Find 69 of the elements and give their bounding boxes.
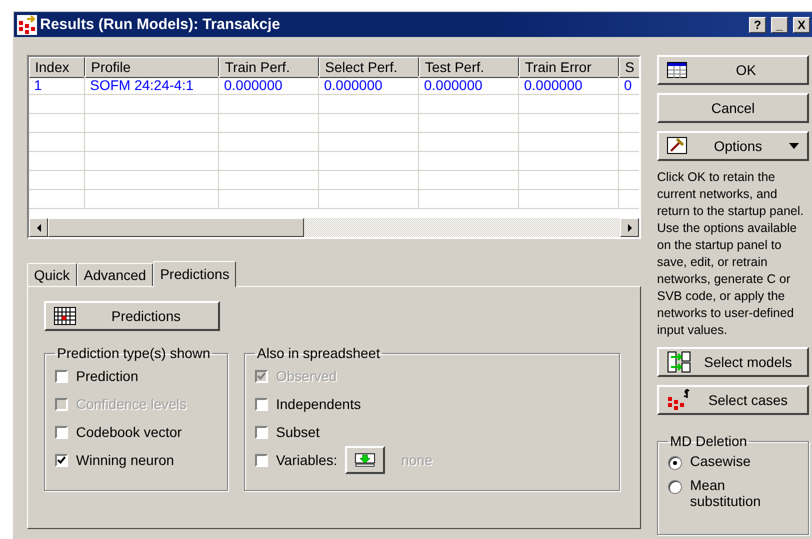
title-bar-button[interactable]: X	[793, 16, 810, 32]
table-cell: 0.000000	[319, 76, 419, 95]
checkbox-label: Codebook vector	[76, 424, 182, 440]
download-icon	[355, 452, 376, 468]
checkbox[interactable]	[55, 454, 68, 466]
checkbox-label: Independents	[276, 396, 361, 412]
checkbox[interactable]	[255, 454, 268, 466]
checkbox[interactable]	[55, 370, 68, 382]
options-button[interactable]: Options	[657, 131, 809, 161]
empty-table-cell	[29, 152, 85, 171]
window-title: Results (Run Models): Transakcje	[40, 16, 282, 33]
scroll-right-icon[interactable]	[620, 218, 639, 237]
empty-table-cell	[29, 133, 85, 152]
radio-button[interactable]	[668, 456, 682, 470]
select-cases-button[interactable]: Select cases	[657, 385, 809, 415]
table-cell: 1	[29, 76, 85, 95]
app-icon	[17, 14, 37, 34]
grid-icon	[54, 307, 76, 325]
checkbox-label: Prediction	[76, 368, 138, 384]
tab[interactable]: Advanced	[76, 263, 154, 286]
scrollbar-thumb[interactable]	[48, 218, 304, 237]
checkbox[interactable]	[55, 426, 68, 438]
empty-table-cell	[29, 95, 85, 114]
predictions-button[interactable]: Predictions	[44, 301, 220, 331]
radio-label: Casewise	[690, 453, 752, 469]
radio-dot-icon	[673, 461, 677, 465]
group-title: MD Deletion	[669, 433, 748, 449]
cases-icon	[667, 389, 691, 411]
hammer-icon	[667, 137, 687, 155]
empty-table-cell	[29, 190, 85, 209]
table-cell: 0	[619, 76, 639, 95]
checkbox-label: Winning neuron	[76, 452, 174, 468]
checkmark-icon	[57, 456, 66, 464]
column-header[interactable]: Profile	[85, 57, 219, 78]
checkbox-label: Subset	[276, 424, 320, 440]
table-cell: 0.000000	[419, 76, 519, 95]
scroll-left-icon[interactable]	[29, 218, 48, 237]
select-models-button[interactable]: Select models	[657, 347, 809, 377]
table-icon	[667, 62, 687, 78]
checkbox-label: Variables:	[276, 452, 338, 468]
column-header[interactable]: Index	[29, 57, 85, 78]
tab[interactable]: Quick	[27, 263, 77, 286]
column-header[interactable]: Train Error	[519, 57, 619, 78]
variables-button[interactable]	[345, 446, 386, 474]
checkmark-icon	[257, 372, 266, 380]
table-cell: SOFM 24:24-4:1	[85, 76, 219, 95]
model-arrows-icon	[667, 351, 691, 373]
title-bar-button[interactable]: ?	[749, 16, 766, 32]
horizontal-scrollbar[interactable]	[29, 218, 639, 237]
checkbox[interactable]	[255, 398, 268, 410]
title-bar-button[interactable]: _	[771, 16, 788, 32]
column-header[interactable]: Train Perf.	[219, 57, 319, 78]
ok-button[interactable]: OK	[657, 55, 809, 85]
table-cell: 0.000000	[519, 76, 619, 95]
dropdown-caret-icon	[789, 143, 799, 149]
empty-table-cell	[29, 171, 85, 190]
radio-button[interactable]	[668, 480, 682, 494]
cancel-button[interactable]: Cancel	[657, 93, 809, 123]
checkbox[interactable]	[255, 426, 268, 438]
tab[interactable]: Predictions	[153, 261, 236, 287]
empty-table-cell	[29, 114, 85, 133]
table-cell: 0.000000	[219, 76, 319, 95]
column-header[interactable]: Test Perf.	[419, 57, 519, 78]
help-text: Click OK to retain the current networks, and return to the startup panel. Use the options available on the startup panel to save, edit, or retrain networks, generate C or SVB code, or apply the networks to user-defined input values.	[657, 169, 805, 339]
group-title: Also in spreadsheet	[256, 345, 381, 361]
column-header[interactable]: Select Perf.	[319, 57, 419, 78]
column-header[interactable]: S	[619, 57, 639, 78]
radio-label: Mean substitution	[690, 477, 762, 509]
group-title: Prediction type(s) shown	[56, 345, 212, 361]
